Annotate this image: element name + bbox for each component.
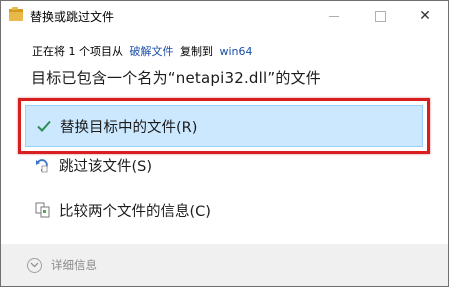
compare-option-label: 比较两个文件的信息(C) xyxy=(59,203,211,220)
replace-or-skip-dialog: 替换或跳过文件 ✕ 正在将 1 个项目从 破解文件 复制到 win64 目标已包… xyxy=(0,0,449,287)
source-folder-link[interactable]: 破解文件 xyxy=(130,45,174,58)
destination-folder-link[interactable]: win64 xyxy=(220,45,253,58)
dialog-footer: 详细信息 xyxy=(1,245,448,286)
copy-status-line: 正在将 1 个项目从 破解文件 复制到 win64 xyxy=(32,43,256,59)
details-label: 详细信息 xyxy=(51,258,97,272)
folder-icon xyxy=(9,7,23,21)
skip-option-label: 跳过该文件(S) xyxy=(59,158,153,175)
compare-files-option[interactable]: 比较两个文件的信息(C) xyxy=(25,189,423,231)
maximize-button[interactable] xyxy=(357,1,403,31)
minimize-button[interactable] xyxy=(311,1,357,31)
close-button[interactable]: ✕ xyxy=(402,1,448,31)
skip-arrow-icon xyxy=(35,157,51,173)
skip-file-option[interactable]: 跳过该文件(S) xyxy=(25,144,423,186)
conflict-heading: 目标已包含一个名为“netapi32.dll”的文件 xyxy=(31,69,321,87)
title-bar[interactable]: 替换或跳过文件 ✕ xyxy=(1,1,448,31)
compare-files-icon xyxy=(35,202,51,218)
copy-middle: 复制到 xyxy=(180,45,213,58)
details-toggle[interactable]: 详细信息 xyxy=(27,257,97,273)
chevron-down-icon xyxy=(27,257,42,273)
close-icon: ✕ xyxy=(419,8,431,24)
minimize-icon xyxy=(329,15,339,17)
copy-prefix: 正在将 1 个项目从 xyxy=(32,45,123,58)
window-title: 替换或跳过文件 xyxy=(30,10,115,24)
maximize-icon xyxy=(374,10,386,22)
